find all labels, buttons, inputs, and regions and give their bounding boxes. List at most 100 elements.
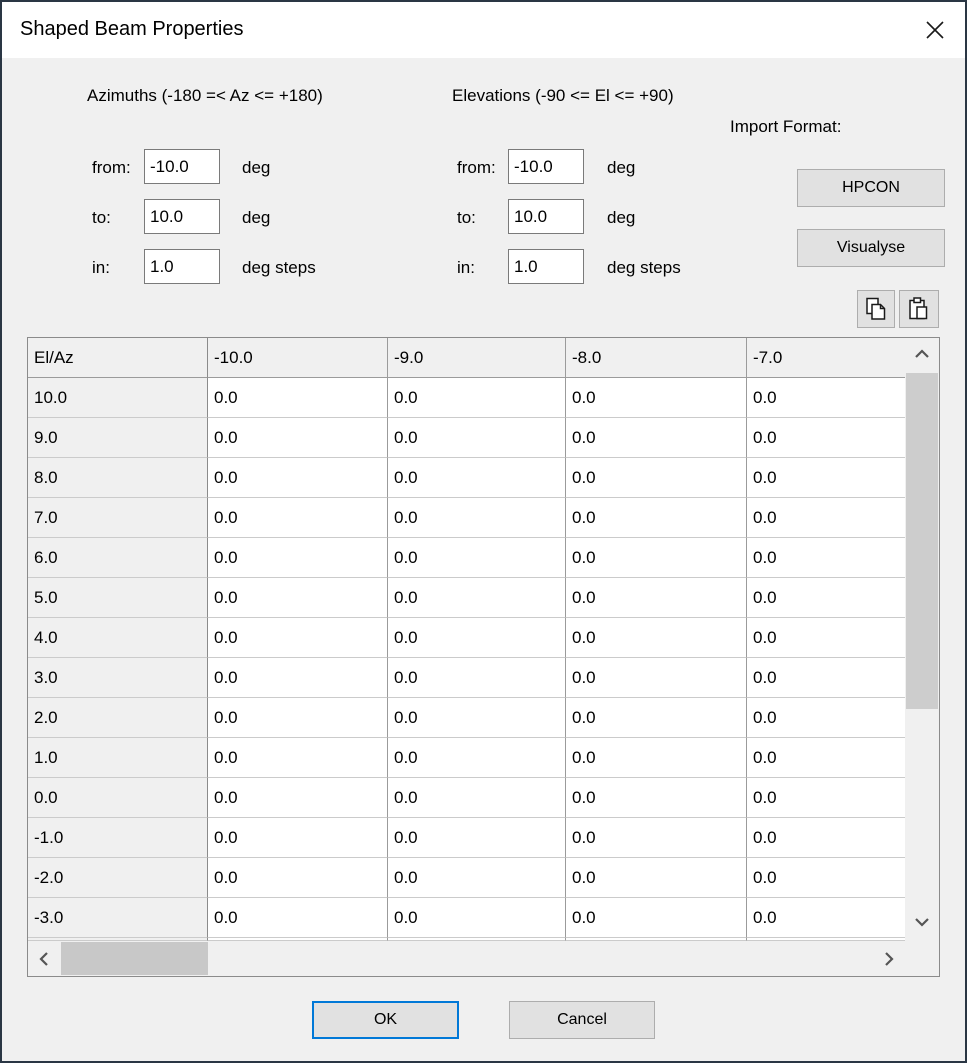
- value-cell[interactable]: 0.0: [747, 898, 905, 938]
- value-cell[interactable]: 0.0: [388, 618, 566, 658]
- visualyse-button[interactable]: Visualyse: [797, 229, 945, 267]
- row-header-cell: 3.0: [28, 658, 208, 698]
- column-header-cell: -10.0: [208, 338, 388, 378]
- value-cell[interactable]: 0.0: [208, 618, 388, 658]
- value-cell[interactable]: 0.0: [388, 898, 566, 938]
- value-cell[interactable]: 0.0: [388, 818, 566, 858]
- table-row: 1.0 0.0 0.0 0.0 0.0: [28, 738, 905, 778]
- elevations-heading: Elevations (-90 <= El <= +90): [452, 86, 674, 105]
- column-header-cell: -8.0: [566, 338, 747, 378]
- az-step-unit: deg steps: [242, 258, 316, 277]
- scroll-left-icon[interactable]: [31, 941, 57, 976]
- horizontal-scrollbar[interactable]: [28, 941, 905, 976]
- vertical-scrollbar[interactable]: [905, 338, 939, 941]
- value-cell[interactable]: 0.0: [388, 778, 566, 818]
- value-cell[interactable]: 0.0: [208, 378, 388, 418]
- value-cell[interactable]: 0.0: [388, 738, 566, 778]
- value-cell[interactable]: 0.0: [208, 498, 388, 538]
- value-cell[interactable]: 0.0: [388, 578, 566, 618]
- scroll-right-icon[interactable]: [876, 941, 902, 976]
- az-step-input[interactable]: [144, 249, 220, 284]
- value-cell[interactable]: 0.0: [388, 458, 566, 498]
- value-cell[interactable]: 0.0: [208, 418, 388, 458]
- value-cell[interactable]: 0.0: [208, 898, 388, 938]
- paste-button[interactable]: [899, 290, 939, 328]
- close-button[interactable]: [913, 10, 957, 50]
- close-icon: [922, 17, 948, 43]
- value-cell[interactable]: 0.0: [208, 818, 388, 858]
- el-from-label: from:: [457, 158, 496, 177]
- row-header-cell: -3.0: [28, 898, 208, 938]
- title-bar: Shaped Beam Properties: [2, 2, 965, 58]
- value-cell[interactable]: 0.0: [747, 658, 905, 698]
- value-cell[interactable]: 0.0: [747, 618, 905, 658]
- value-cell[interactable]: 0.0: [208, 538, 388, 578]
- value-cell[interactable]: 0.0: [388, 698, 566, 738]
- value-cell[interactable]: 0.0: [208, 778, 388, 818]
- value-cell[interactable]: 0.0: [388, 538, 566, 578]
- paste-icon: [906, 296, 932, 322]
- window-title: Shaped Beam Properties: [20, 18, 244, 40]
- value-cell[interactable]: 0.0: [566, 698, 747, 738]
- el-to-input[interactable]: [508, 199, 584, 234]
- cancel-button[interactable]: Cancel: [509, 1001, 655, 1039]
- value-cell[interactable]: 0.0: [747, 378, 905, 418]
- value-cell[interactable]: 0.0: [747, 418, 905, 458]
- value-cell[interactable]: 0.0: [208, 458, 388, 498]
- value-cell[interactable]: 0.0: [566, 378, 747, 418]
- value-cell[interactable]: 0.0: [747, 498, 905, 538]
- beam-gain-table: El/Az -10.0 -9.0 -8.0 -7.0 10.0 0.0 0.0 0.0 0.0 9…: [27, 337, 940, 977]
- table-row: 3.0 0.0 0.0 0.0 0.0: [28, 658, 905, 698]
- az-from-unit: deg: [242, 158, 271, 177]
- value-cell[interactable]: 0.0: [566, 738, 747, 778]
- value-cell[interactable]: 0.0: [747, 698, 905, 738]
- value-cell[interactable]: 0.0: [747, 458, 905, 498]
- row-header-cell: 1.0: [28, 738, 208, 778]
- ok-button[interactable]: OK: [312, 1001, 459, 1039]
- copy-button[interactable]: [857, 290, 895, 328]
- value-cell[interactable]: 0.0: [566, 498, 747, 538]
- az-from-input[interactable]: [144, 149, 220, 184]
- table-row: -1.0 0.0 0.0 0.0 0.0: [28, 818, 905, 858]
- value-cell[interactable]: 0.0: [208, 858, 388, 898]
- value-cell[interactable]: 0.0: [388, 418, 566, 458]
- horizontal-scrollbar-thumb[interactable]: [61, 942, 208, 975]
- table-row: 8.0 0.0 0.0 0.0 0.0: [28, 458, 905, 498]
- el-step-input[interactable]: [508, 249, 584, 284]
- value-cell[interactable]: 0.0: [566, 898, 747, 938]
- value-cell[interactable]: 0.0: [566, 778, 747, 818]
- value-cell[interactable]: 0.0: [388, 498, 566, 538]
- value-cell[interactable]: 0.0: [566, 578, 747, 618]
- row-header-cell: 9.0: [28, 418, 208, 458]
- value-cell[interactable]: 0.0: [747, 738, 905, 778]
- value-cell[interactable]: 0.0: [566, 658, 747, 698]
- value-cell[interactable]: 0.0: [566, 818, 747, 858]
- value-cell[interactable]: 0.0: [208, 578, 388, 618]
- value-cell[interactable]: 0.0: [747, 538, 905, 578]
- value-cell[interactable]: 0.0: [566, 458, 747, 498]
- value-cell[interactable]: 0.0: [388, 658, 566, 698]
- row-header-cell: 4.0: [28, 618, 208, 658]
- value-cell[interactable]: 0.0: [208, 698, 388, 738]
- value-cell[interactable]: 0.0: [566, 618, 747, 658]
- import-format-label: Import Format:: [730, 117, 842, 136]
- el-step-unit: deg steps: [607, 258, 681, 277]
- value-cell[interactable]: 0.0: [747, 858, 905, 898]
- value-cell[interactable]: 0.0: [747, 778, 905, 818]
- row-header-cell: 5.0: [28, 578, 208, 618]
- value-cell[interactable]: 0.0: [208, 738, 388, 778]
- hpcon-button[interactable]: HPCON: [797, 169, 945, 207]
- vertical-scrollbar-thumb[interactable]: [906, 373, 938, 709]
- scroll-down-icon[interactable]: [905, 909, 939, 935]
- value-cell[interactable]: 0.0: [566, 538, 747, 578]
- value-cell[interactable]: 0.0: [566, 858, 747, 898]
- scroll-up-icon[interactable]: [905, 341, 939, 367]
- value-cell[interactable]: 0.0: [747, 578, 905, 618]
- value-cell[interactable]: 0.0: [388, 378, 566, 418]
- value-cell[interactable]: 0.0: [208, 658, 388, 698]
- el-from-input[interactable]: [508, 149, 584, 184]
- value-cell[interactable]: 0.0: [747, 818, 905, 858]
- az-to-input[interactable]: [144, 199, 220, 234]
- value-cell[interactable]: 0.0: [388, 858, 566, 898]
- value-cell[interactable]: 0.0: [566, 418, 747, 458]
